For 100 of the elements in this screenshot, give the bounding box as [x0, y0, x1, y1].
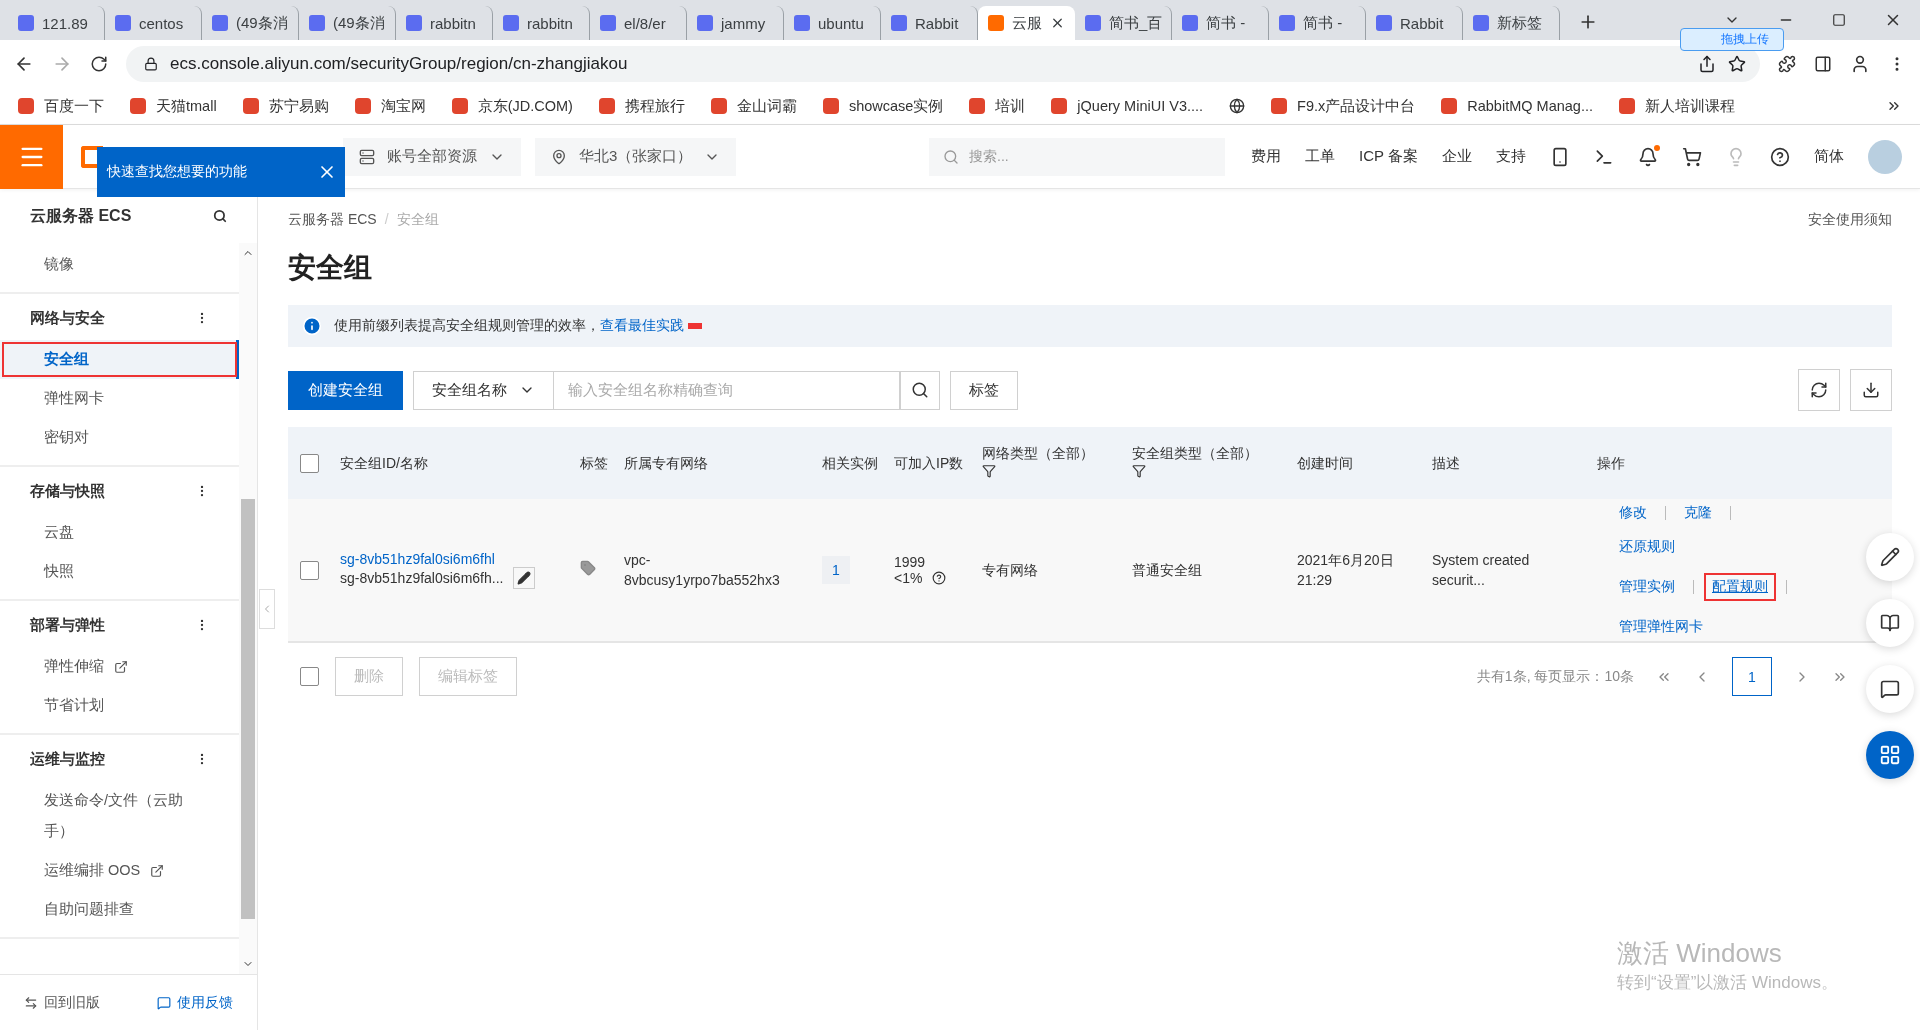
- nav-link[interactable]: 企业: [1442, 147, 1472, 166]
- bookmark-favicon-icon: [822, 98, 839, 114]
- bookmark[interactable]: 携程旅行: [598, 96, 685, 116]
- column-header: 网络类型（全部）: [982, 444, 1095, 463]
- action-link[interactable]: 还原规则: [1611, 533, 1683, 561]
- sidebar-item[interactable]: 云盘: [0, 513, 239, 552]
- row-checkbox[interactable]: [300, 560, 319, 580]
- tab-favicon-icon: [988, 15, 1004, 31]
- action-link[interactable]: 管理实例: [1611, 573, 1683, 601]
- tags-button[interactable]: 标签: [950, 370, 1018, 410]
- sidebar-item[interactable]: 发送命令/文件（云助手）: [0, 781, 239, 851]
- create-button[interactable]: 创建安全组: [288, 370, 403, 410]
- search-field[interactable]: 输入安全组名称精确查询: [554, 370, 900, 410]
- nav-link[interactable]: 支持: [1496, 147, 1526, 166]
- tab-favicon-icon: [503, 15, 519, 31]
- apps-float-button[interactable]: [1866, 731, 1914, 779]
- download-icon: [1862, 381, 1880, 399]
- bell-icon[interactable]: [1638, 146, 1658, 167]
- bookmark[interactable]: RabbitMQ Manag...: [1441, 98, 1593, 114]
- refresh-icon: [1810, 381, 1828, 399]
- bookmark[interactable]: 天猫tmall: [130, 96, 217, 116]
- sidebar-item[interactable]: 安全组: [0, 340, 239, 379]
- sidebar-item[interactable]: 自助问题排查: [0, 890, 239, 929]
- language-link[interactable]: 简体: [1814, 147, 1844, 166]
- bookmark[interactable]: 新人培训课程: [1619, 96, 1735, 116]
- search-icon[interactable]: [213, 209, 227, 223]
- browser-tab[interactable]: 云服: [978, 6, 1075, 40]
- page-button[interactable]: 1: [1732, 657, 1772, 696]
- filter-dropdown[interactable]: 安全组名称: [413, 370, 554, 410]
- tab-favicon-icon: [1085, 15, 1101, 31]
- footer-link[interactable]: 回到旧版: [24, 993, 100, 1012]
- chat-float-button[interactable]: [1866, 665, 1914, 713]
- group-id-link[interactable]: sg-8vb51hz9fal0si6m6fhl: [340, 551, 580, 567]
- column-header: 安全组ID/名称: [340, 454, 429, 473]
- refresh-button[interactable]: [1798, 369, 1840, 411]
- notice-link[interactable]: 安全使用须知: [1808, 211, 1892, 229]
- filter-icon[interactable]: [1132, 464, 1146, 478]
- action-link[interactable]: 克隆: [1676, 499, 1720, 527]
- action-link[interactable]: 修改: [1611, 499, 1655, 527]
- scrollbar-thumb[interactable]: [241, 498, 255, 919]
- address-bar[interactable]: ecs.console.aliyun.com/securityGroup/region/cn-zhangjiakou: [126, 46, 1760, 82]
- bookmark[interactable]: jQuery MiniUI V3....: [1051, 98, 1204, 114]
- swap-icon: [24, 995, 38, 1010]
- bookmark-favicon-icon: [969, 98, 986, 114]
- profile-icon[interactable]: [1850, 54, 1870, 74]
- region-dropdown[interactable]: 华北3（张家口）: [535, 137, 737, 176]
- nav-link[interactable]: 费用: [1251, 147, 1282, 166]
- filter-icon[interactable]: [982, 464, 996, 478]
- tab-favicon-icon: [406, 15, 422, 31]
- sidebar-item[interactable]: 运维编排 OOS: [0, 851, 239, 890]
- bookmark[interactable]: 淘宝网: [354, 96, 426, 116]
- bookmark[interactable]: showcase实例: [822, 96, 944, 116]
- breadcrumb-link[interactable]: 云服务器 ECS: [288, 211, 377, 227]
- edit-float-button[interactable]: [1866, 533, 1914, 581]
- star-icon[interactable]: [1728, 55, 1746, 73]
- upload-badge[interactable]: 拖拽上传: [1680, 28, 1784, 51]
- footer-link[interactable]: 使用反馈: [157, 993, 233, 1012]
- bookmark[interactable]: 京东(JD.COM): [451, 96, 573, 116]
- tab-favicon-icon: [1182, 15, 1198, 31]
- collapse-handle[interactable]: [259, 589, 275, 629]
- action-link[interactable]: 配置规则: [1704, 573, 1776, 601]
- reload-icon[interactable]: [90, 55, 108, 73]
- edit-button[interactable]: [513, 567, 536, 589]
- sidebar-item[interactable]: 镜像: [0, 245, 239, 284]
- search-button[interactable]: [900, 370, 940, 410]
- menu-button[interactable]: [0, 124, 63, 189]
- column-header: 安全组类型（全部）: [1132, 444, 1259, 463]
- tab-favicon-icon: [794, 15, 810, 31]
- bookmark[interactable]: 苏宁易购: [242, 96, 329, 116]
- select-all-checkbox[interactable]: [300, 667, 319, 686]
- sidebar-item[interactable]: 弹性网卡: [0, 379, 239, 418]
- cart-icon[interactable]: [1682, 146, 1702, 167]
- nav-link[interactable]: 工单: [1305, 147, 1336, 166]
- book-float-button[interactable]: [1866, 599, 1914, 647]
- globe-icon[interactable]: [1229, 98, 1246, 114]
- app-icon[interactable]: [1550, 146, 1570, 167]
- bookmark[interactable]: F9.x产品设计中台: [1271, 96, 1416, 116]
- best-practice-link[interactable]: 查看最佳实践: [600, 317, 684, 335]
- side-panel-icon[interactable]: [1814, 55, 1832, 73]
- extensions-icon[interactable]: [1778, 55, 1796, 73]
- action-link[interactable]: 管理弹性网卡: [1611, 613, 1711, 641]
- lock-icon: [144, 57, 158, 71]
- share-icon[interactable]: [1698, 55, 1716, 73]
- select-all-checkbox[interactable]: [300, 453, 319, 473]
- chat-icon: [157, 995, 171, 1010]
- help-icon[interactable]: [932, 571, 947, 585]
- sidebar-item[interactable]: 密钥对: [0, 418, 239, 457]
- resource-dropdown[interactable]: 账号全部资源: [343, 137, 521, 176]
- bookmark[interactable]: 金山词霸: [710, 96, 797, 116]
- restore-icon[interactable]: [1832, 13, 1846, 27]
- download-button[interactable]: [1850, 369, 1892, 411]
- instance-count[interactable]: 1: [822, 556, 850, 584]
- sidebar-item[interactable]: 节省计划: [0, 686, 239, 725]
- bookmark[interactable]: 培训: [969, 96, 1026, 116]
- sidebar-item[interactable]: 快照: [0, 552, 239, 591]
- help-icon[interactable]: [1770, 146, 1790, 167]
- bookmark[interactable]: 百度一下: [18, 96, 104, 116]
- sidebar-item[interactable]: 弹性伸缩: [0, 647, 239, 686]
- tag-icon[interactable]: [580, 559, 596, 576]
- nav-link[interactable]: ICP 备案: [1359, 147, 1418, 166]
